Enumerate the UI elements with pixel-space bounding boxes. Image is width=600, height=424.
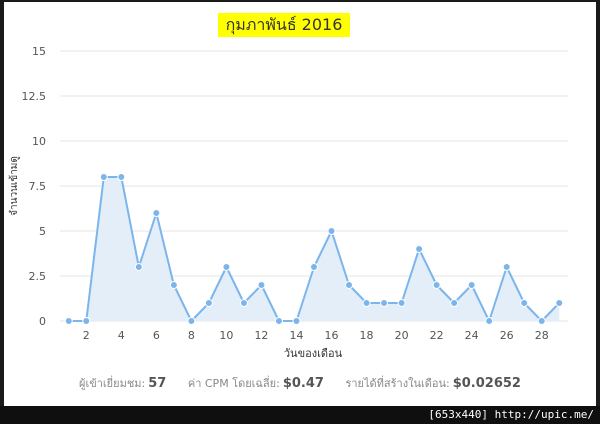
series-area (68, 176, 560, 322)
data-point (555, 299, 564, 307)
x-tick-label: 26 (500, 329, 514, 342)
chart-title: กุมภาพันธ์ 2016 (218, 13, 350, 37)
x-tick-label: 10 (219, 329, 233, 342)
x-tick-label: 6 (153, 329, 160, 342)
visits-stat: ผู้เข้าเยี่ยมชม: 57 (79, 376, 167, 391)
y-axis-label: จำนวนเข้ามดู (8, 156, 20, 216)
x-tick-label: 2 (83, 329, 90, 342)
data-point (310, 263, 318, 271)
data-point (222, 263, 231, 271)
revenue-value: $0.02652 (452, 376, 521, 391)
data-point (345, 281, 354, 289)
data-point (134, 263, 143, 271)
data-point (292, 317, 301, 325)
visits-label: ผู้เข้าเยี่ยมชม: (79, 377, 146, 390)
data-point (380, 299, 389, 307)
y-tick-label: 10 (32, 135, 46, 148)
data-point (257, 281, 266, 289)
x-tick-label: 20 (395, 329, 409, 342)
data-point (152, 209, 161, 217)
x-tick-label: 24 (465, 329, 479, 342)
cpm-label: ค่า CPM โดยเฉลี่ย: (187, 377, 280, 390)
cpm-stat: ค่า CPM โดยเฉลี่ย: $0.47 (187, 376, 324, 391)
x-tick-labels: 2 4 6 8 10 12 14 16 18 20 22 24 26 28 (83, 329, 549, 342)
cpm-value: $0.47 (282, 376, 324, 391)
data-point (64, 317, 73, 325)
x-tick-label: 18 (360, 329, 374, 342)
x-tick-label: 16 (325, 329, 339, 342)
data-point (485, 317, 494, 325)
chart: 02.557.51012.515 2 4 6 8 10 12 14 16 18 20 22 24 26 2… (8, 45, 568, 360)
data-point (537, 317, 546, 325)
data-point (450, 299, 459, 307)
y-tick-label: 15 (32, 45, 46, 58)
x-tick-label: 28 (535, 329, 549, 342)
watermark-bar: [653x440] http://upic.me/ (0, 406, 600, 424)
area-fill (68, 177, 560, 321)
data-point (502, 263, 511, 271)
data-point (204, 299, 213, 307)
data-point (327, 227, 336, 235)
y-tick-label: 5 (39, 225, 46, 238)
watermark-text: [653x440] http://upic.me/ (428, 408, 594, 421)
visits-value: 57 (148, 376, 167, 391)
revenue-stat: รายได้ที่สร้างในเดือน: $0.02652 (345, 376, 521, 391)
y-tick-label: 2.5 (29, 270, 47, 283)
x-tick-label: 8 (188, 329, 195, 342)
y-tick-labels: 0 2.5 5 7.5 10 12.5 15 (22, 45, 47, 328)
data-point (99, 173, 108, 181)
data-point (82, 317, 91, 325)
data-point (169, 281, 178, 289)
data-point (362, 299, 371, 307)
x-axis-label: วันของเดือน (284, 347, 343, 360)
data-point (432, 281, 441, 289)
data-point (520, 299, 529, 307)
x-tick-label: 4 (118, 329, 125, 342)
data-point (397, 299, 406, 307)
data-point (117, 173, 126, 181)
data-point (415, 245, 424, 253)
stats-bar: ผู้เข้าเยี่ยมชม: 57 ค่า CPM โดยเฉลี่ย: $0.… (0, 374, 600, 394)
data-point (467, 281, 476, 289)
x-tick-label: 22 (430, 329, 444, 342)
x-tick-label: 12 (254, 329, 268, 342)
data-point (239, 299, 248, 307)
data-point (274, 317, 283, 325)
data-point (187, 317, 196, 325)
y-tick-label: 12.5 (22, 90, 47, 103)
y-tick-label: 0 (39, 315, 46, 328)
y-tick-label: 7.5 (29, 180, 47, 193)
x-tick-label: 14 (289, 329, 303, 342)
revenue-label: รายได้ที่สร้างในเดือน: (345, 377, 450, 390)
